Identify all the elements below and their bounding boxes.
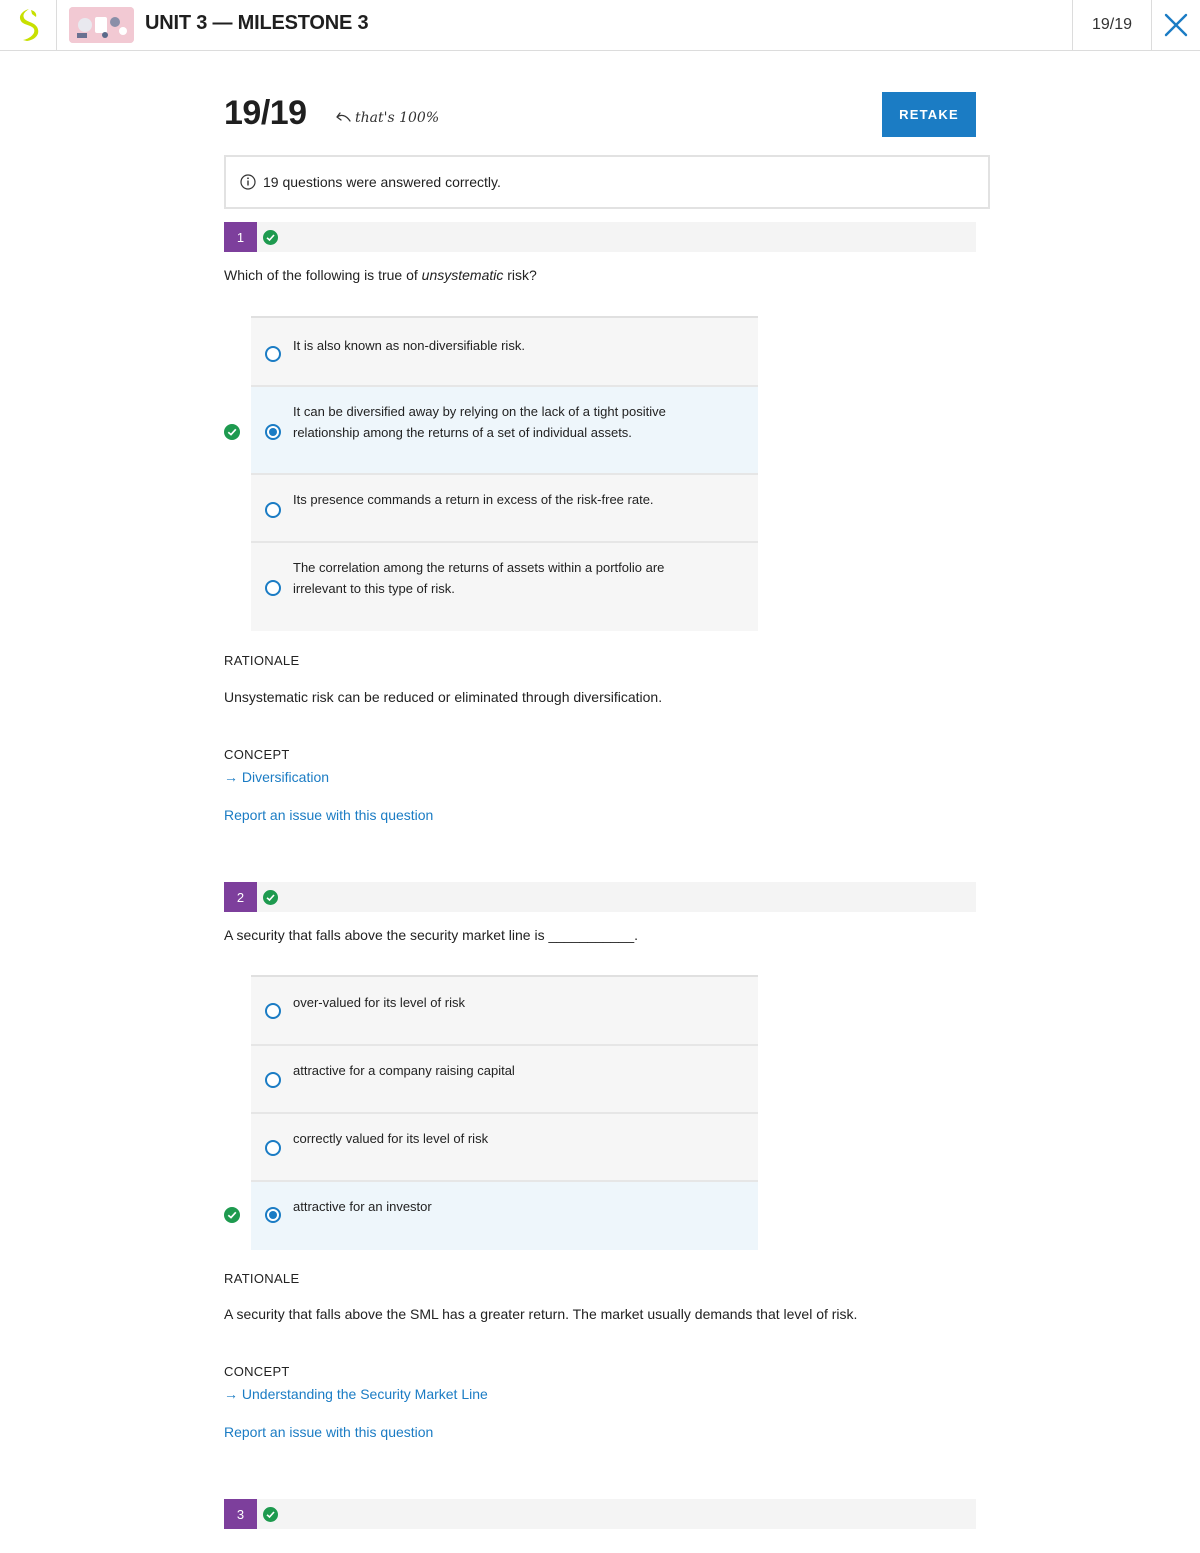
answer-option-text: attractive for a company raising capital bbox=[293, 1063, 515, 1078]
top-bar: UNIT 3 — MILESTONE 3 19/19 bbox=[0, 0, 1200, 51]
answer-option[interactable]: over-valued for its level of risk bbox=[251, 977, 758, 1046]
correct-check-icon bbox=[263, 890, 278, 905]
radio-button[interactable] bbox=[265, 1072, 281, 1088]
answer-option-text: It is also known as non-diversifiable ri… bbox=[293, 338, 525, 353]
radio-button-selected[interactable] bbox=[265, 1207, 281, 1223]
radio-button-selected[interactable] bbox=[265, 424, 281, 440]
close-button[interactable] bbox=[1151, 0, 1200, 50]
answer-option-text: Its presence commands a return in excess… bbox=[293, 492, 654, 507]
concept-label: CONCEPT bbox=[224, 747, 290, 762]
correct-check-icon bbox=[263, 1507, 278, 1522]
correct-check-icon bbox=[224, 424, 240, 440]
radio-button[interactable] bbox=[265, 502, 281, 518]
question-header: 1 bbox=[224, 222, 976, 252]
answer-option[interactable]: Its presence commands a return in excess… bbox=[251, 475, 758, 543]
radio-button[interactable] bbox=[265, 580, 281, 596]
concept-label: CONCEPT bbox=[224, 1364, 290, 1379]
rationale-label: RATIONALE bbox=[224, 1271, 300, 1286]
unit-title: UNIT 3 — MILESTONE 3 bbox=[145, 12, 369, 34]
answer-option[interactable]: The correlation among the returns of ass… bbox=[251, 543, 758, 631]
concept-link[interactable]: → Understanding the Security Market Line bbox=[224, 1386, 488, 1402]
rationale-label: RATIONALE bbox=[224, 653, 300, 668]
answer-options: It is also known as non-diversifiable ri… bbox=[224, 316, 758, 631]
report-issue-link[interactable]: Report an issue with this question bbox=[224, 1424, 433, 1440]
close-icon bbox=[1164, 13, 1187, 37]
logo-cell[interactable] bbox=[0, 0, 57, 50]
answer-option-text: over-valued for its level of risk bbox=[293, 995, 465, 1010]
percent-text: that's 100% bbox=[355, 110, 440, 126]
result-info-text: 19 questions were answered correctly. bbox=[263, 174, 501, 190]
answer-option-text: It can be diversified away by relying on… bbox=[293, 404, 666, 440]
answer-option[interactable]: correctly valued for its level of risk bbox=[251, 1114, 758, 1182]
radio-button[interactable] bbox=[265, 1003, 281, 1019]
question-text-part: Which of the following is true of bbox=[224, 267, 422, 283]
rationale-text: Unsystematic risk can be reduced or elim… bbox=[224, 689, 663, 705]
radio-button[interactable] bbox=[265, 1140, 281, 1156]
question-text: A security that falls above the security… bbox=[224, 927, 639, 943]
correct-check-icon bbox=[224, 1207, 240, 1223]
answer-option-selected[interactable]: attractive for an investor bbox=[224, 1182, 758, 1250]
topbar-score: 19/19 bbox=[1072, 0, 1152, 50]
question-number-badge: 2 bbox=[224, 882, 257, 912]
rationale-text: A security that falls above the SML has … bbox=[224, 1306, 858, 1322]
answer-option-text: attractive for an investor bbox=[293, 1199, 432, 1214]
retake-button[interactable]: RETAKE bbox=[882, 92, 976, 137]
question-text-part: risk? bbox=[503, 267, 537, 283]
question-header: 2 bbox=[224, 882, 976, 912]
course-thumbnail bbox=[69, 7, 134, 43]
answer-option[interactable]: It is also known as non-diversifiable ri… bbox=[251, 318, 758, 387]
answer-option-text: correctly valued for its level of risk bbox=[293, 1131, 489, 1146]
sophia-logo-icon bbox=[19, 9, 39, 41]
answer-options: over-valued for its level of risk attrac… bbox=[224, 975, 758, 1250]
answer-option[interactable]: attractive for a company raising capital bbox=[251, 1046, 758, 1114]
curved-arrow-icon bbox=[336, 112, 351, 122]
question-text-emphasis: unsystematic bbox=[421, 267, 504, 283]
result-info-box: 19 questions were answered correctly. bbox=[224, 155, 990, 209]
report-issue-link[interactable]: Report an issue with this question bbox=[224, 807, 433, 823]
final-score: 19/19 bbox=[224, 94, 307, 132]
question-number-badge: 3 bbox=[224, 1499, 257, 1529]
radio-button[interactable] bbox=[265, 346, 281, 362]
question-text: Which of the following is true of unsyst… bbox=[224, 267, 537, 283]
answer-option-selected[interactable]: It can be diversified away by relying on… bbox=[224, 387, 758, 475]
correct-check-icon bbox=[263, 230, 278, 245]
question-header: 3 bbox=[224, 1499, 976, 1529]
question-number-badge: 1 bbox=[224, 222, 257, 252]
percent-note: that's 100% bbox=[333, 110, 439, 126]
concept-link[interactable]: → Diversification bbox=[224, 769, 329, 785]
answer-option-text: The correlation among the returns of ass… bbox=[293, 560, 665, 596]
info-icon bbox=[240, 174, 256, 190]
